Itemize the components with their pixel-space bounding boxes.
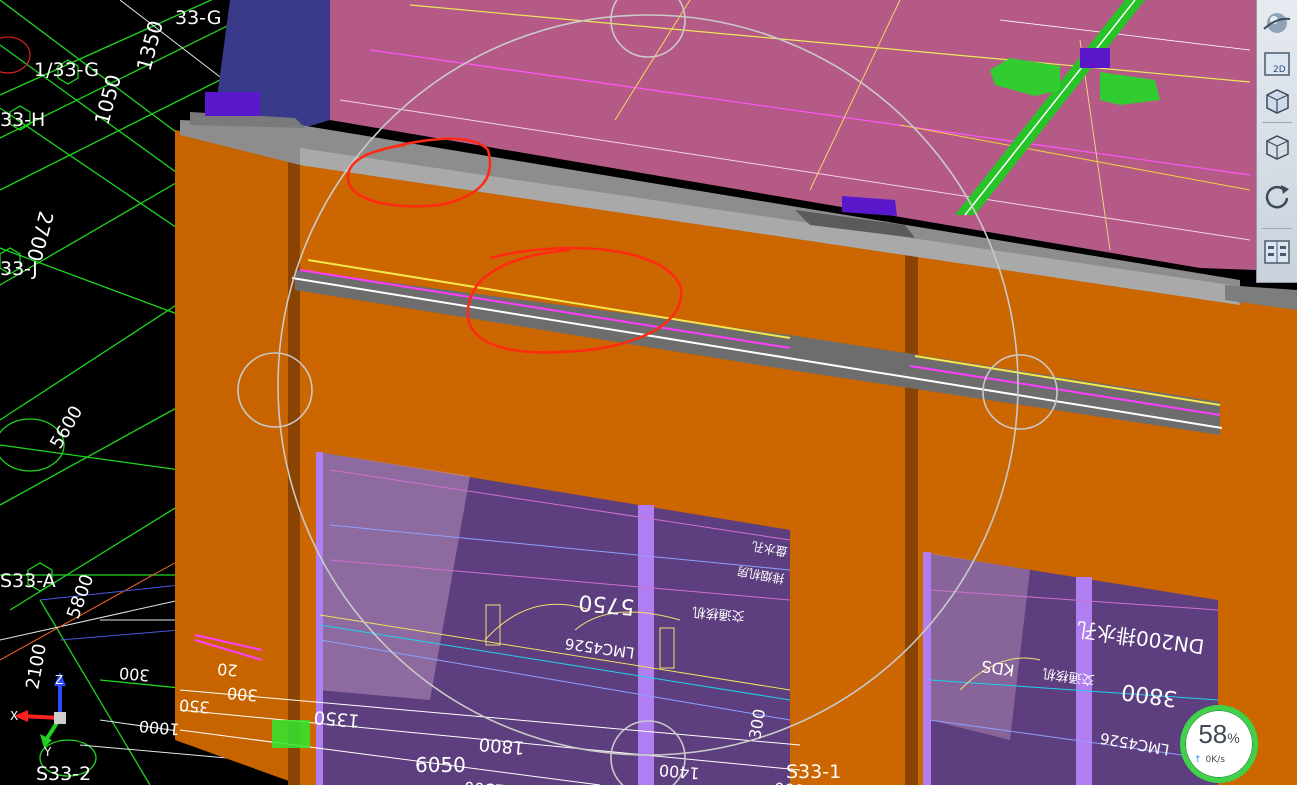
2d-label: 2D	[1273, 65, 1286, 75]
axis-y-label: Y	[43, 745, 52, 759]
axis-label-33-h: 33-H	[0, 109, 45, 131]
axis-z-label: Z	[55, 673, 63, 687]
view-toolbar: 2D	[1256, 0, 1297, 283]
performance-meter[interactable]: 58% ↑ 0K/s	[1180, 705, 1260, 785]
3d-viewport[interactable]: 1/33-G 33-H 33-J S33-A S33-2 S33-1 33-G …	[0, 0, 1297, 785]
dim-20: 20	[216, 659, 238, 680]
column-edge-left	[288, 150, 300, 785]
purple-block-1	[205, 92, 260, 116]
performance-percent: 58%	[1180, 719, 1258, 750]
rotate-icon[interactable]	[1261, 180, 1293, 212]
dim-1800: 1800	[478, 733, 525, 758]
purple-block-3	[1080, 48, 1110, 68]
dim-1350-bottom: 1350	[313, 706, 360, 731]
axis-label-33-j: 33-J	[0, 258, 38, 280]
dim-6050: 6050	[415, 753, 466, 777]
orbit-sphere-icon[interactable]	[1261, 8, 1293, 40]
dim-300-b: 300	[118, 663, 150, 685]
toolbar-separator-2	[1262, 228, 1292, 229]
model-canvas[interactable]: 1/33-G 33-H 33-J S33-A S33-2 S33-1 33-G …	[0, 0, 1297, 785]
2d-view-icon: 2D	[1264, 52, 1290, 76]
axis-label-s33-a: S33-A	[0, 570, 56, 592]
toolbar-separator	[1262, 122, 1292, 123]
2d-view-button[interactable]: 2D	[1261, 48, 1293, 80]
dim-1000: 1000	[138, 716, 180, 738]
percent-value: 58	[1198, 719, 1228, 749]
3d-box-icon[interactable]	[1261, 84, 1293, 116]
percent-unit: %	[1227, 730, 1240, 746]
column-edge-right	[905, 250, 918, 785]
axis-label-s33-2: S33-2	[36, 763, 91, 785]
axis-label-33-g: 33-G	[175, 7, 221, 29]
room-left-dim: 5750	[578, 589, 636, 619]
green-marker	[272, 720, 310, 748]
box-outline-icon[interactable]	[1261, 130, 1293, 162]
dim-350: 350	[178, 695, 210, 717]
axis-label-s33-1: S33-1	[786, 761, 841, 783]
network-rate: ↑ 0K/s	[1194, 755, 1225, 765]
panel-settings-icon[interactable]	[1261, 236, 1293, 268]
rate-value: 0K/s	[1205, 755, 1225, 765]
dim-300-c: 300	[226, 683, 258, 705]
upload-arrow-icon: ↑	[1194, 755, 1202, 765]
axis-label-1-33-g: 1/33-G	[34, 59, 99, 81]
dim-1400: 1400	[658, 760, 700, 782]
axis-x-label: X	[10, 709, 18, 723]
